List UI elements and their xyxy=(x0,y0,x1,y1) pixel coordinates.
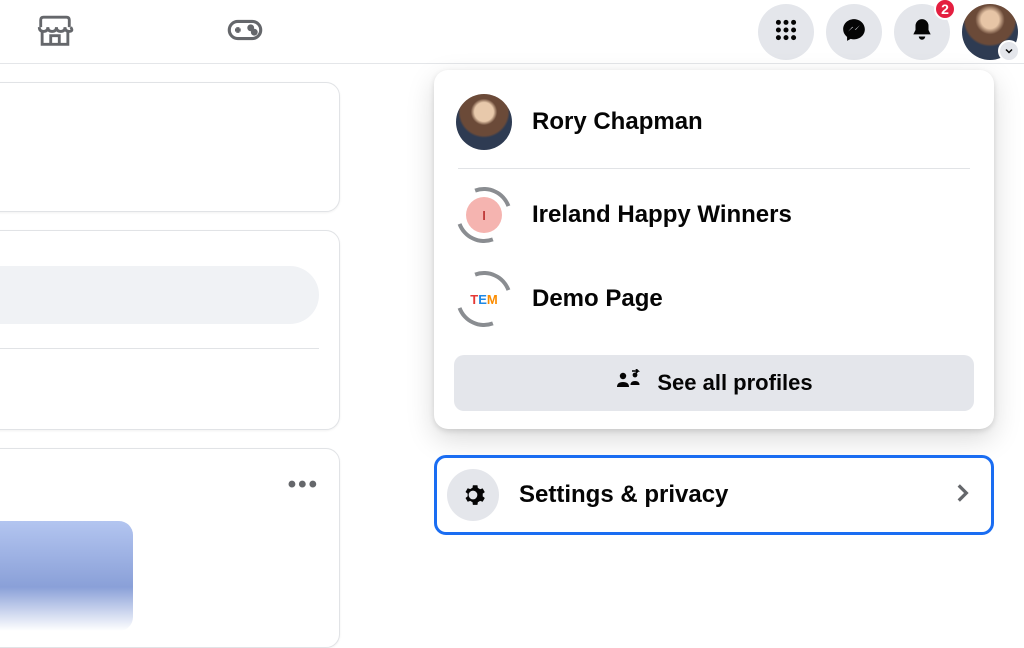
chevron-right-icon xyxy=(949,480,975,511)
main-feed-column: Feeling/activity ••• + xyxy=(0,64,340,648)
story-tile[interactable] xyxy=(0,521,133,631)
gear-icon xyxy=(447,469,499,521)
menu-grid-icon xyxy=(773,17,799,48)
more-options-button[interactable]: ••• xyxy=(0,459,339,511)
notifications-button[interactable]: 2 xyxy=(894,4,950,60)
account-dropdown: Rory Chapman I Ireland Happy Winners TEM… xyxy=(434,70,994,535)
page-avatar-icon: I xyxy=(456,187,512,243)
page-avatar-icon: TEM xyxy=(456,271,512,327)
messenger-icon xyxy=(841,17,867,48)
header-nav-tabs xyxy=(0,0,300,64)
gaming-icon xyxy=(225,10,265,55)
menu-button[interactable] xyxy=(758,4,814,60)
nav-tab-gaming[interactable] xyxy=(190,4,300,60)
profile-name: Demo Page xyxy=(532,285,663,313)
top-header: 2 xyxy=(0,0,1024,64)
divider xyxy=(458,168,970,169)
marketplace-icon xyxy=(35,10,75,55)
profile-row-page[interactable]: I Ireland Happy Winners xyxy=(444,173,984,257)
bell-icon xyxy=(909,17,935,48)
profile-name: Ireland Happy Winners xyxy=(532,201,792,229)
profiles-switch-icon xyxy=(615,369,643,397)
settings-privacy-row[interactable]: Settings & privacy xyxy=(434,455,994,535)
stories-card: ••• + xyxy=(0,448,340,648)
see-all-profiles-button[interactable]: See all profiles xyxy=(454,355,974,411)
messenger-button[interactable] xyxy=(826,4,882,60)
profile-row-user[interactable]: Rory Chapman xyxy=(444,80,984,164)
see-all-profiles-label: See all profiles xyxy=(657,370,812,396)
profile-row-page[interactable]: TEM Demo Page xyxy=(444,257,984,341)
composer-actions: Feeling/activity xyxy=(0,349,319,429)
stories-row: + xyxy=(0,521,339,631)
composer-card: Feeling/activity xyxy=(0,230,340,430)
chevron-down-icon xyxy=(998,40,1020,62)
account-avatar-button[interactable] xyxy=(962,4,1018,60)
settings-privacy-label: Settings & privacy xyxy=(519,481,949,509)
composer-input[interactable] xyxy=(0,266,319,324)
notifications-badge: 2 xyxy=(934,0,956,20)
profiles-card: Rory Chapman I Ireland Happy Winners TEM… xyxy=(434,70,994,429)
header-right-actions: 2 xyxy=(758,0,1018,64)
feed-card xyxy=(0,82,340,212)
profile-name: Rory Chapman xyxy=(532,108,703,136)
nav-tab-marketplace[interactable] xyxy=(0,4,110,60)
user-avatar-icon xyxy=(456,94,512,150)
